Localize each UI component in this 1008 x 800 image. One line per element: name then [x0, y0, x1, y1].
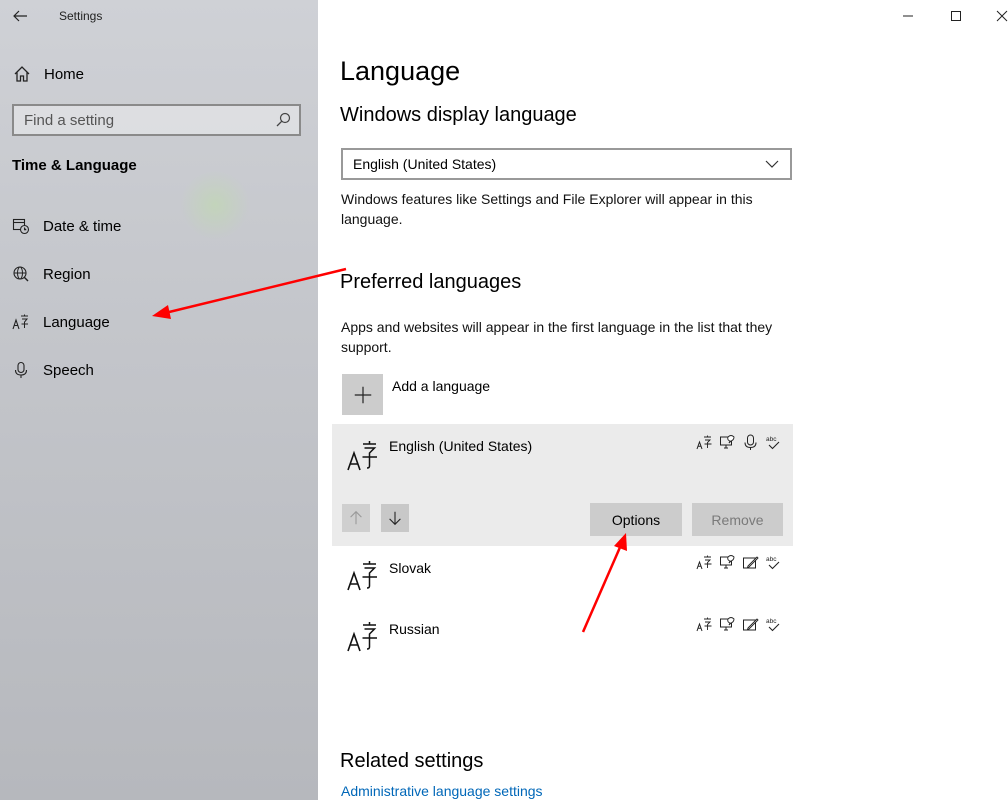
- sidebar-item-speech[interactable]: Speech: [12, 355, 302, 385]
- chevron-down-icon: [765, 160, 779, 168]
- search-box[interactable]: [12, 104, 301, 136]
- minimize-icon: [903, 15, 913, 17]
- svg-text:abc: abc: [766, 556, 777, 563]
- plus-icon: [354, 386, 371, 403]
- sidebar-item-language[interactable]: Language: [12, 307, 302, 337]
- administrative-language-settings-link[interactable]: Administrative language settings: [341, 783, 543, 799]
- sidebar-item-label: Date & time: [43, 217, 122, 235]
- back-arrow-icon: [13, 10, 27, 22]
- svg-text:abc: abc: [766, 618, 777, 625]
- svg-text:abc: abc: [766, 436, 777, 443]
- language-pack-icon: [696, 555, 712, 570]
- language-item-russian[interactable]: Russian abc: [332, 606, 793, 666]
- sidebar-item-region[interactable]: Region: [12, 259, 302, 289]
- main-content: Language Windows display language Englis…: [318, 0, 1008, 800]
- section-label: Time & Language: [12, 157, 137, 174]
- arrow-up-icon: [350, 510, 362, 525]
- move-up-button[interactable]: [342, 504, 370, 532]
- dropdown-value: English (United States): [353, 156, 497, 172]
- close-button[interactable]: [990, 4, 1008, 28]
- remove-button[interactable]: Remove: [692, 503, 783, 536]
- language-icon: [347, 561, 377, 591]
- minimize-button[interactable]: [896, 4, 920, 28]
- spellcheck-icon: abc: [766, 556, 780, 570]
- page-title: Language: [340, 56, 461, 86]
- display-icon: [720, 617, 735, 631]
- display-language-heading: Windows display language: [340, 104, 577, 126]
- microphone-icon: [14, 361, 28, 378]
- add-language-label: Add a language: [392, 378, 491, 394]
- maximize-button[interactable]: [944, 4, 968, 28]
- back-button[interactable]: [8, 4, 32, 28]
- language-features: abc: [696, 554, 782, 571]
- language-pack-icon: [696, 617, 712, 632]
- language-features: abc: [696, 616, 782, 633]
- maximize-icon: [951, 11, 961, 21]
- language-icon: [347, 441, 377, 471]
- language-name: Russian: [389, 621, 440, 637]
- language-icon: [12, 314, 29, 330]
- display-language-description: Windows features like Settings and File …: [341, 191, 753, 227]
- sidebar-item-label: Speech: [43, 361, 94, 379]
- search-icon: [276, 112, 291, 127]
- handwriting-icon: [743, 618, 759, 631]
- microphone-icon: [744, 434, 757, 450]
- related-settings-heading: Related settings: [340, 750, 484, 772]
- display-icon: [720, 435, 735, 449]
- language-item-english[interactable]: English (United States) abc Options Remo…: [332, 424, 793, 546]
- plus-button[interactable]: [342, 374, 383, 415]
- search-input[interactable]: [14, 111, 273, 129]
- globe-icon: [13, 266, 29, 282]
- calendar-clock-icon: [12, 218, 30, 235]
- move-down-button[interactable]: [381, 504, 409, 532]
- language-features: abc: [696, 434, 782, 451]
- arrow-down-icon: [389, 511, 401, 526]
- sidebar-item-date-time[interactable]: Date & time: [12, 211, 302, 241]
- language-item-slovak[interactable]: Slovak abc: [332, 546, 793, 606]
- display-icon: [720, 555, 735, 569]
- preferred-languages-heading: Preferred languages: [340, 271, 522, 293]
- language-name: English (United States): [389, 438, 533, 454]
- sidebar-item-label: Language: [43, 313, 110, 331]
- home-icon: [14, 66, 30, 82]
- preferred-languages-description: Apps and websites will appear in the fir…: [341, 319, 773, 355]
- title-bar: Settings: [0, 0, 318, 32]
- sidebar: Settings Home Time & Language Date & tim…: [0, 0, 318, 800]
- close-icon: [996, 10, 1008, 22]
- home-label: Home: [44, 65, 85, 83]
- language-name: Slovak: [389, 560, 432, 576]
- language-pack-icon: [696, 435, 712, 450]
- language-icon: [347, 622, 377, 652]
- add-language-button[interactable]: Add a language: [342, 374, 490, 415]
- options-button[interactable]: Options: [590, 503, 682, 536]
- app-title: Settings: [59, 9, 103, 23]
- handwriting-icon: [743, 556, 759, 569]
- spellcheck-icon: abc: [766, 618, 780, 632]
- sidebar-item-label: Region: [43, 265, 91, 283]
- spellcheck-icon: abc: [766, 436, 780, 450]
- sidebar-item-home[interactable]: Home: [12, 60, 302, 88]
- display-language-dropdown[interactable]: English (United States): [341, 148, 792, 180]
